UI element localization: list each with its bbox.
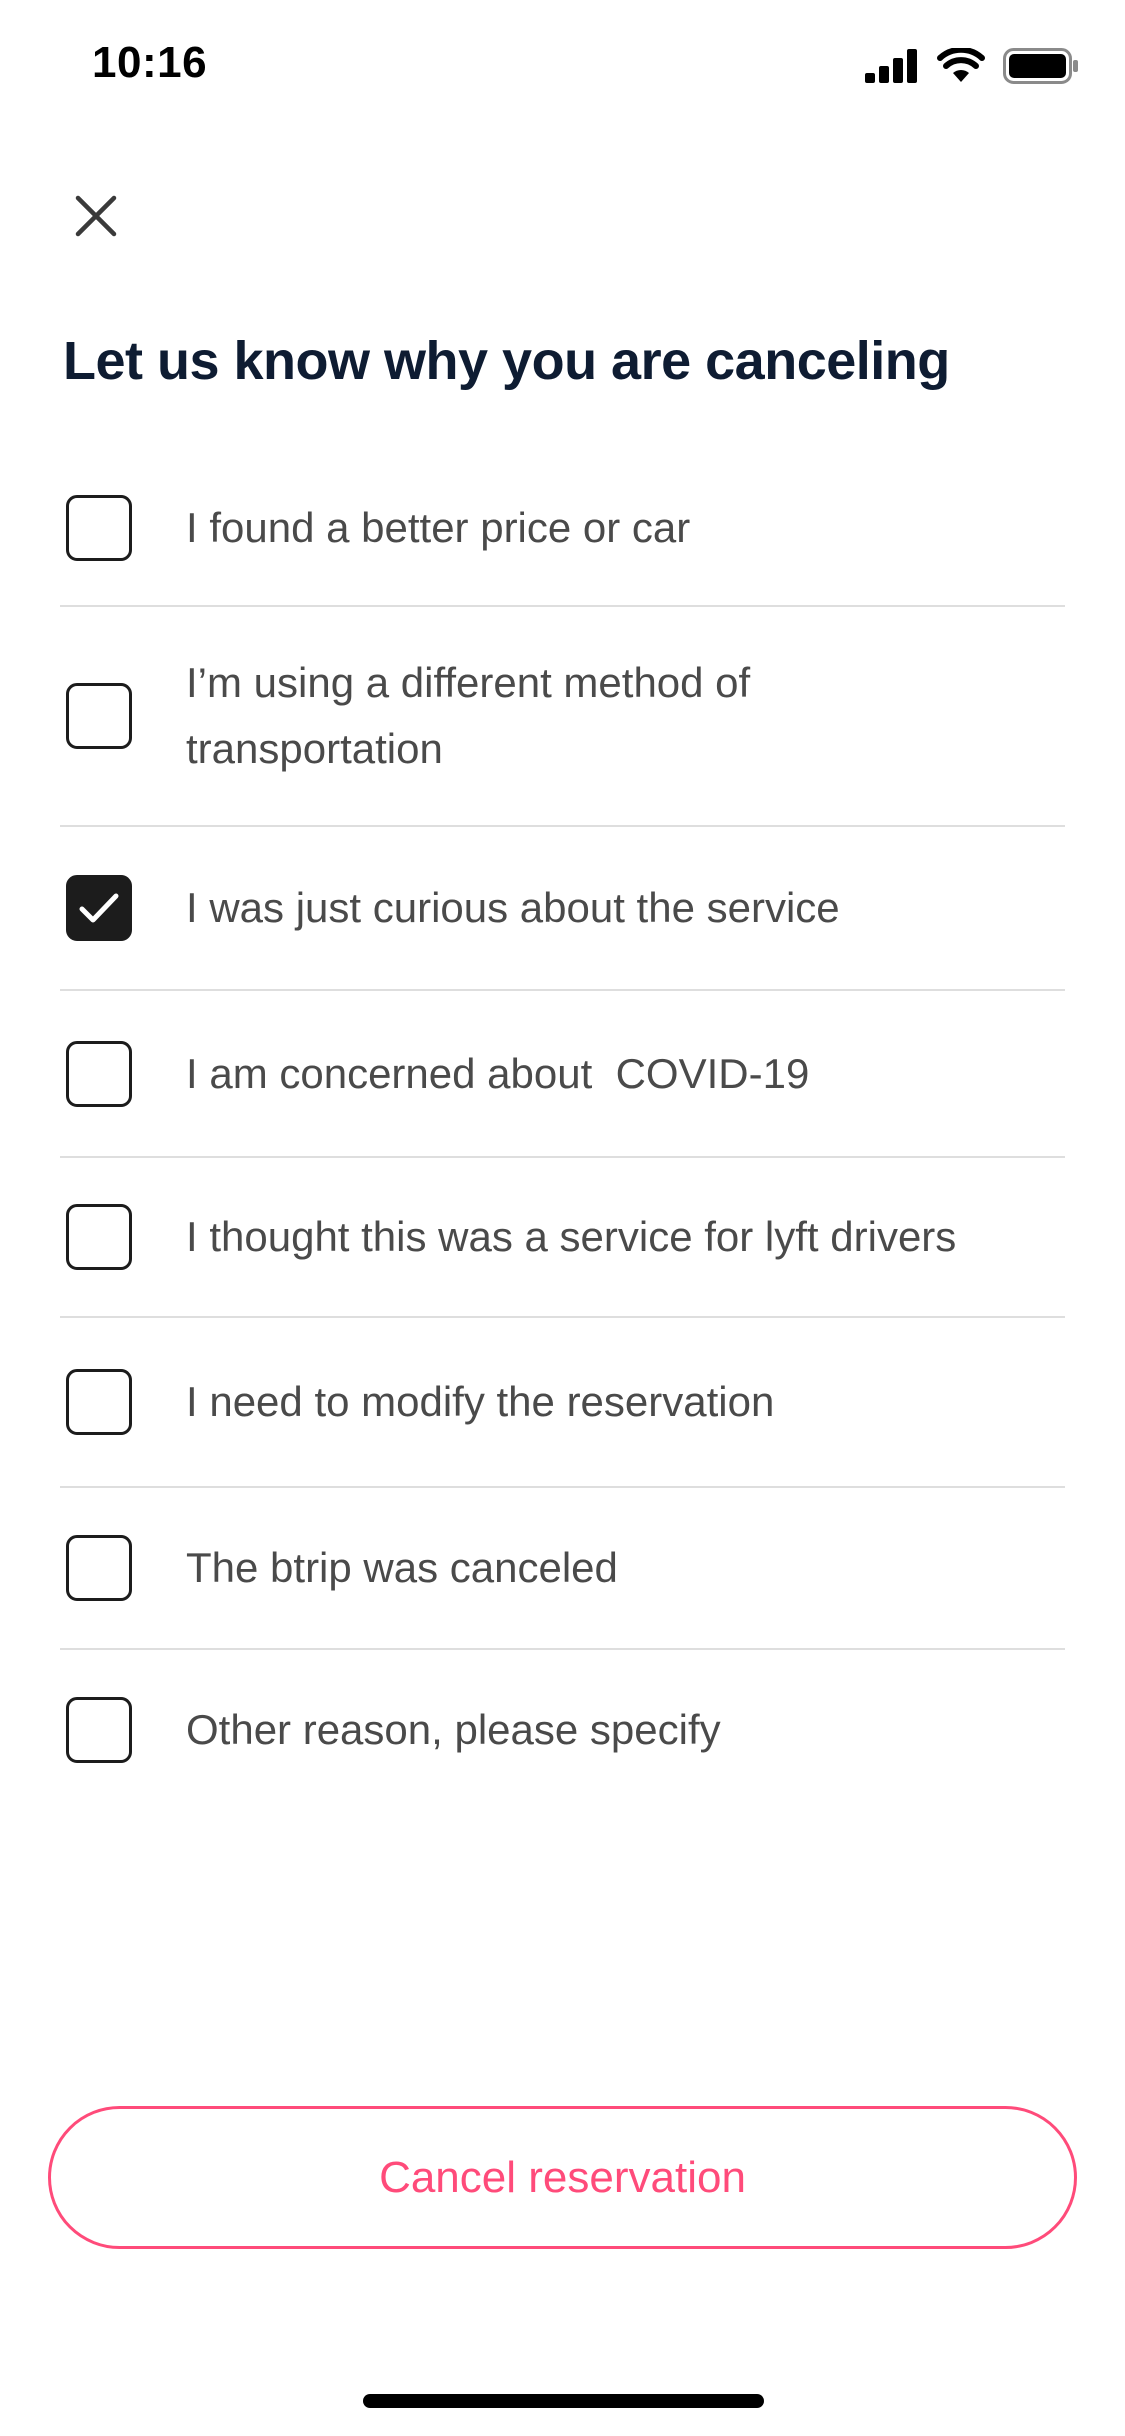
wifi-icon xyxy=(937,48,985,84)
close-button[interactable] xyxy=(60,182,132,254)
reason-list: I found a better price or car I’m using … xyxy=(60,450,1065,1810)
checkbox[interactable] xyxy=(66,875,132,941)
reason-label: I’m using a different method of transpor… xyxy=(186,659,751,772)
status-bar: 10:16 xyxy=(0,0,1125,132)
reason-label: I am concerned about COVID-19 xyxy=(186,1049,810,1097)
reason-item-trip-canceled[interactable]: The btrip was canceled xyxy=(60,1488,1065,1650)
battery-icon xyxy=(1003,48,1079,84)
checkmark-icon xyxy=(79,893,119,923)
page-title: Let us know why you are canceling xyxy=(63,331,950,391)
checkbox[interactable] xyxy=(66,1535,132,1601)
close-icon xyxy=(74,194,118,243)
reason-item-lyft-drivers[interactable]: I thought this was a service for lyft dr… xyxy=(60,1158,1065,1318)
reason-label: I thought this was a service for lyft dr… xyxy=(186,1213,957,1260)
reason-item-other[interactable]: Other reason, please specify xyxy=(60,1650,1065,1810)
cellular-signal-icon xyxy=(865,49,919,83)
status-time: 10:16 xyxy=(92,38,208,87)
checkbox[interactable] xyxy=(66,1040,132,1107)
reason-label: I was just curious about the service xyxy=(186,884,840,931)
home-indicator xyxy=(363,2394,764,2408)
reason-label: I need to modify the reservation xyxy=(186,1378,775,1425)
checkbox[interactable] xyxy=(66,683,132,749)
reason-item-covid[interactable]: I am concerned about COVID-19 xyxy=(60,991,1065,1158)
checkbox[interactable] xyxy=(66,494,132,561)
cancel-reservation-button[interactable]: Cancel reservation xyxy=(48,2106,1077,2249)
checkbox[interactable] xyxy=(66,1204,132,1270)
reason-label: Other reason, please specify xyxy=(186,1706,721,1753)
reason-label: I found a better price or car xyxy=(186,503,691,551)
status-icons xyxy=(865,48,1079,84)
reason-item-different-method[interactable]: I’m using a different method of transpor… xyxy=(60,607,1065,827)
cancel-reservation-label: Cancel reservation xyxy=(379,2152,746,2202)
checkbox[interactable] xyxy=(66,1697,132,1763)
reason-item-better-price[interactable]: I found a better price or car xyxy=(60,450,1065,607)
reason-item-modify-reservation[interactable]: I need to modify the reservation xyxy=(60,1318,1065,1488)
reason-item-just-curious[interactable]: I was just curious about the service xyxy=(60,827,1065,991)
reason-label: The btrip was canceled xyxy=(186,1544,618,1591)
checkbox[interactable] xyxy=(66,1369,132,1435)
